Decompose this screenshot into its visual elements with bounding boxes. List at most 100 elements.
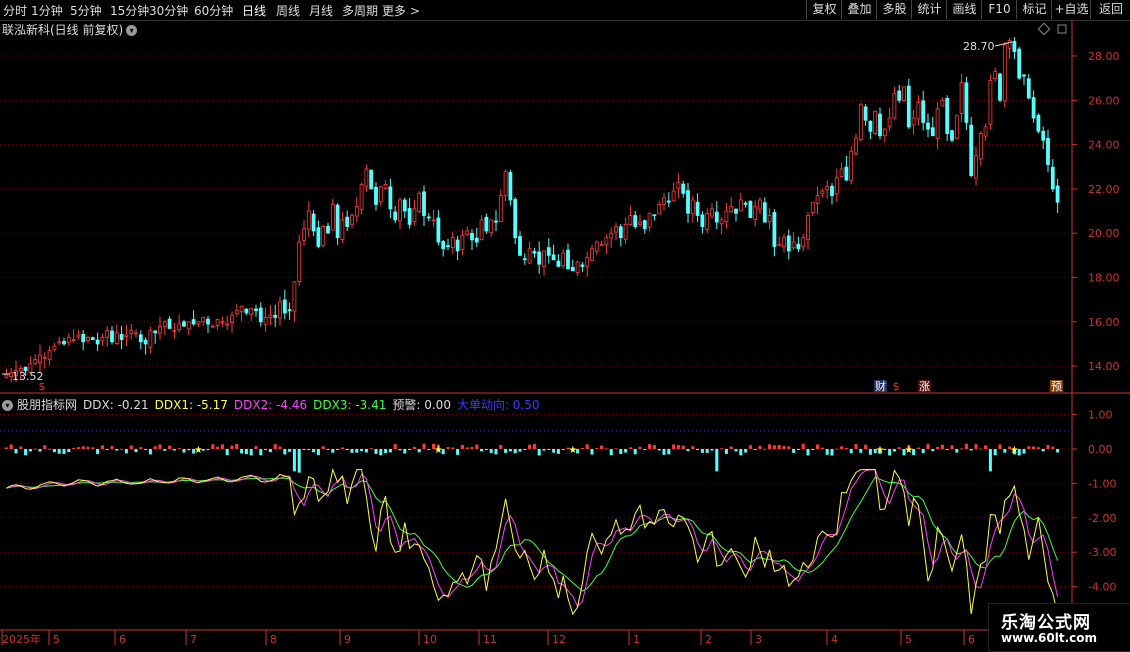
warn-star: ★ [904, 445, 913, 456]
candle-body [143, 339, 148, 345]
ddx-bar [340, 447, 344, 449]
candle-body [796, 243, 801, 250]
candle-body [167, 318, 172, 329]
date-label: 8 [270, 633, 277, 646]
ddx3-value: DDX3: -3.41 [313, 398, 387, 412]
candle-body [887, 117, 892, 128]
ddx-bar [216, 446, 220, 449]
candle-body [897, 90, 902, 101]
price-tick-label: 28.00 [1088, 50, 1120, 63]
candle-body [902, 86, 906, 101]
candle-body [767, 215, 772, 223]
candle-body [110, 330, 114, 343]
ddx-bar [556, 449, 560, 454]
ddx-bar [969, 449, 973, 451]
candle-body [330, 204, 335, 231]
candle-body [810, 201, 815, 213]
candle-body [772, 212, 777, 247]
candle-body [450, 237, 455, 248]
ddx-bar [398, 449, 402, 451]
watermark-url: www.60lt.com [1001, 631, 1098, 645]
candle-body [676, 181, 681, 189]
candle-body [47, 350, 52, 360]
ddx-bar [614, 448, 618, 450]
ddx-bar [849, 449, 853, 454]
candle-body [1050, 166, 1055, 190]
candle-body [244, 308, 249, 314]
price-tick-label: 18.00 [1088, 272, 1120, 285]
candle-body [249, 308, 254, 315]
date-label: 2025年 [2, 632, 41, 646]
candle-body [129, 330, 134, 334]
candle-body [993, 71, 998, 80]
ddx-bar [489, 449, 493, 453]
price-tick-label: 26.00 [1088, 94, 1120, 107]
candle-body [230, 314, 234, 323]
candle-body [1007, 40, 1012, 49]
ddx-bar [384, 449, 388, 454]
candle-body [350, 215, 354, 225]
ddx-bar [206, 449, 210, 450]
candle-body [431, 219, 436, 222]
ddx-bar [144, 449, 148, 450]
ddx-bar [316, 449, 320, 456]
candle-body [57, 341, 62, 344]
candle-body [71, 339, 76, 341]
indicator-menu-icon[interactable]: ▾ [2, 400, 13, 411]
ddx-bar [427, 449, 431, 450]
ddx-bar [676, 445, 680, 449]
candle-body [983, 126, 988, 137]
candle-body [436, 217, 441, 243]
candle-body [652, 214, 657, 217]
candle-body [153, 330, 158, 334]
ddx-bar [451, 447, 455, 449]
candle-body [590, 248, 594, 261]
candle-body [642, 220, 647, 230]
candle-body [105, 330, 110, 338]
candle-body [206, 318, 210, 325]
ddx-bar [921, 449, 925, 454]
ddx-bar [388, 449, 392, 453]
candle-body [710, 208, 714, 217]
ddx-bar [547, 449, 551, 450]
candle-body [287, 309, 292, 312]
ddx-bar [1046, 445, 1050, 449]
ddx-bar [945, 449, 949, 450]
candle-body [854, 137, 858, 154]
candle-body [700, 214, 705, 227]
ddx-bar [816, 444, 820, 449]
candle-body [570, 267, 575, 272]
candle-body [335, 204, 340, 239]
candle-body [748, 200, 753, 219]
candle-body [426, 216, 431, 219]
ddx-bar [393, 444, 397, 449]
candle-body [762, 202, 767, 223]
ddx-bar [844, 447, 848, 449]
ddx-bar [268, 449, 272, 453]
candle-body [239, 305, 244, 313]
candle-body [940, 99, 945, 107]
candle-body [964, 82, 969, 123]
ddx-bar [648, 444, 652, 449]
candle-body [407, 208, 412, 225]
indicator-name[interactable]: 股朋指标网 [17, 398, 77, 412]
candle-body [460, 235, 465, 250]
candle-body [738, 199, 743, 212]
ddx-bar [528, 444, 532, 449]
ddx-bar [734, 449, 738, 452]
ddx-bar [19, 446, 23, 449]
ddx-bar [331, 449, 335, 453]
candle-body [537, 251, 542, 265]
candle-body [551, 254, 556, 261]
chart-canvas[interactable]: 28.0026.0024.0022.0020.0018.0016.0014.00… [0, 0, 1130, 650]
ddx-bar [888, 449, 892, 456]
candle-body [484, 216, 489, 232]
candle-body [657, 204, 662, 215]
ind-tick-label: -4.00 [1088, 581, 1116, 594]
candle-body [402, 199, 407, 212]
candle-body [671, 190, 676, 202]
date-label: 7 [190, 633, 197, 646]
price-tick-label: 22.00 [1088, 183, 1120, 196]
ddx-bar [374, 449, 378, 454]
candle-body [234, 310, 239, 315]
